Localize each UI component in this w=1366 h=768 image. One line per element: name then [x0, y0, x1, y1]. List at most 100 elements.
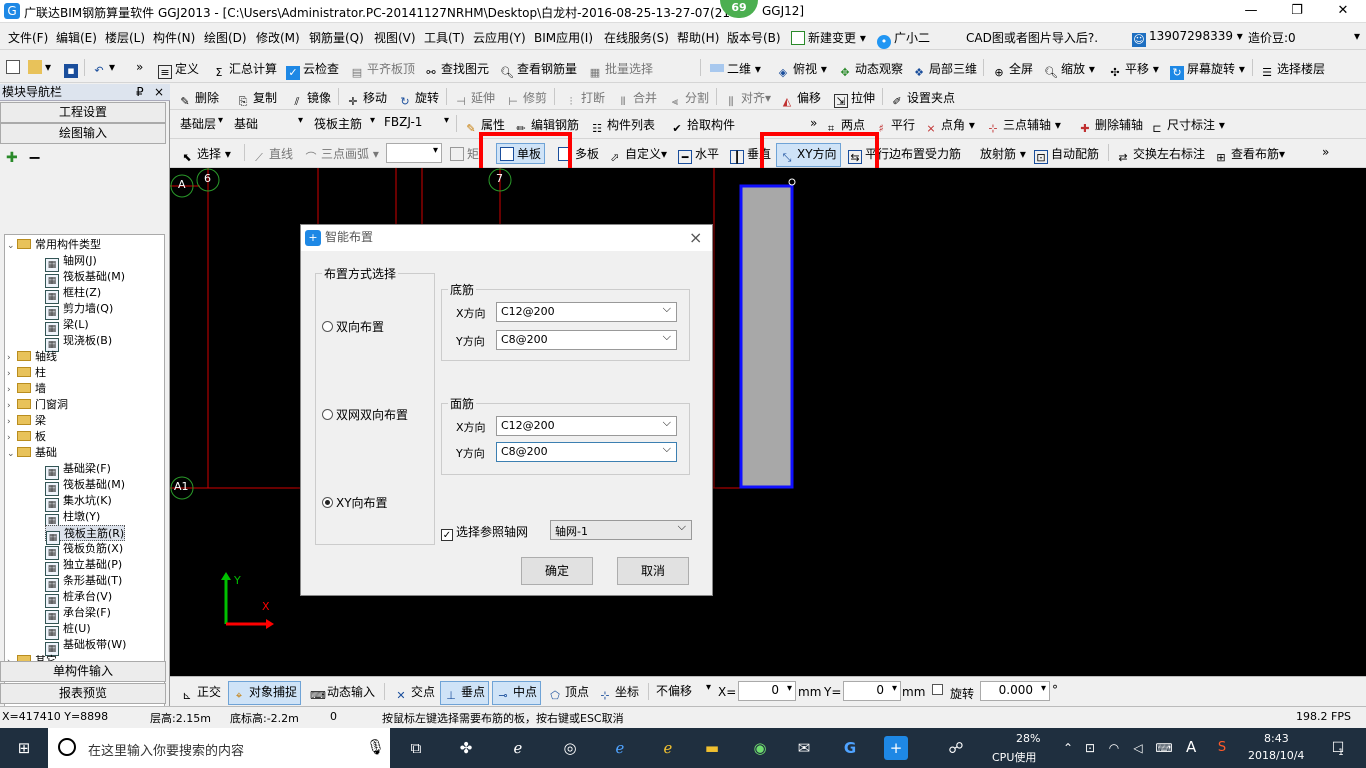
menu-cad-import-hint[interactable]: CAD图或者图片导入后?. — [962, 27, 1102, 48]
single-component-input-button[interactable]: 单构件输入 — [0, 661, 166, 682]
midpoint-snap[interactable]: ⊸ 中点 — [492, 681, 542, 705]
view-rebar-quantity-button[interactable]: 🔍︎ 查看钢筋量 — [496, 58, 581, 82]
collapse-all-icon[interactable]: − — [28, 148, 41, 167]
expand-all-icon[interactable]: ✚ — [6, 150, 18, 166]
cloud-check-button[interactable]: ✓ 云检查 — [282, 58, 343, 82]
tree-item[interactable]: ▦ 筏板基础(M) — [45, 477, 125, 496]
tree-item[interactable]: ▦ 承台梁(F) — [45, 605, 111, 624]
component-type-select[interactable]: 筏板主筋 — [310, 114, 378, 134]
people-icon[interactable]: ☍ — [944, 736, 968, 760]
menu-modify[interactable]: 修改(M) — [252, 27, 304, 48]
ok-button[interactable]: 确定 — [521, 557, 593, 585]
tree-item[interactable]: ▦ 框柱(Z) — [45, 285, 101, 304]
dialog-close-button[interactable]: × — [689, 225, 702, 250]
vertex-snap[interactable]: ⬠ 顶点 — [544, 681, 593, 705]
delete-button[interactable]: ✎ 删除 — [174, 87, 223, 111]
set-grip-button[interactable]: ✐ 设置夹点 — [886, 87, 959, 111]
object-snap-toggle[interactable]: ⌖ 对象捕捉 — [228, 681, 302, 705]
select-dropdown[interactable]: ⬉ 选择 ▾ — [176, 143, 235, 167]
custom-dropdown[interactable]: ⬀ 自定义▾ — [604, 143, 671, 167]
360-browser-icon[interactable]: ◉ — [748, 736, 772, 760]
tree-item[interactable]: ▦ 柱墩(Y) — [45, 509, 100, 528]
auto-rebar-button[interactable]: ⊡ 自动配筋 — [1030, 143, 1103, 166]
pick-component-button[interactable]: ✔ 拾取构件 — [666, 114, 739, 138]
menu-more[interactable]: ▾ — [1350, 27, 1364, 45]
expander-icon[interactable]: › — [7, 366, 17, 382]
taskbar-search-box[interactable]: 在这里输入你要搜索的内容 🎙︎ — [48, 728, 390, 768]
three-point-axis-dropdown[interactable]: ⊹ 三点辅轴 ▾ — [982, 114, 1065, 138]
menu-online[interactable]: 在线服务(S) — [600, 27, 673, 48]
menu-help[interactable]: 帮助(H) — [673, 27, 723, 48]
top-view-dropdown[interactable]: ◈ 俯视 ▾ — [772, 58, 831, 82]
wifi-icon[interactable]: ◠ — [1102, 736, 1126, 760]
offset-button[interactable]: ◭ 偏移 — [776, 87, 825, 111]
tree-item[interactable]: ▦ 集水坑(K) — [45, 493, 112, 512]
pin-icon[interactable]: ₽ — [136, 84, 144, 100]
arc-option-select[interactable] — [386, 143, 442, 163]
top-x-select[interactable]: C12@200 — [496, 416, 677, 436]
menu-component[interactable]: 构件(N) — [149, 27, 199, 48]
tree-item[interactable]: ▦ 桩承台(V) — [45, 589, 112, 608]
xy-direction-button[interactable]: ⤡ XY方向 — [776, 143, 841, 167]
extend-button[interactable]: ⊣ 延伸 — [450, 87, 499, 111]
align-dropdown[interactable]: ⫼ 对齐▾ — [720, 87, 775, 111]
menu-floor[interactable]: 楼层(L) — [101, 27, 149, 48]
single-slab-button[interactable]: 单板 — [496, 143, 546, 164]
category-select[interactable]: 基础 — [230, 114, 306, 134]
ortho-toggle[interactable]: ⊾ 正交 — [176, 681, 225, 705]
edge-browser-icon[interactable]: ℯ — [608, 736, 632, 760]
tree-folder[interactable]: › 板 — [7, 429, 46, 445]
glodon-active-app-icon[interactable]: + — [884, 736, 908, 760]
menu-view[interactable]: 视图(V) — [370, 27, 420, 48]
dynamic-input-toggle[interactable]: ⌨动态输入 — [306, 681, 379, 705]
tree-item[interactable]: ▦ 独立基础(P) — [45, 557, 122, 576]
coordinate-snap[interactable]: ⊹ 坐标 — [594, 681, 643, 705]
component-list-button[interactable]: ☷ 构件列表 — [586, 114, 659, 138]
select-floor-button[interactable]: ☰ 选择楼层 — [1256, 58, 1329, 82]
expander-icon[interactable]: › — [7, 350, 17, 366]
tree-item[interactable]: ▦ 筏板主筋(R) — [45, 525, 126, 545]
rectangle-button[interactable]: 矩 — [446, 143, 483, 164]
horizontal-button[interactable]: ━ 水平 — [674, 143, 723, 166]
menu-file[interactable]: 文件(F) — [4, 27, 52, 48]
top-y-select[interactable]: C8@200 — [496, 442, 677, 462]
summary-calc-button[interactable]: Σ 汇总计算 — [208, 58, 281, 82]
tree-item[interactable]: ▦ 筏板负筋(X) — [45, 541, 123, 560]
glodon-app-icon[interactable]: G — [838, 736, 862, 760]
menu-cost-beans[interactable]: 造价豆:0 — [1244, 27, 1300, 48]
rotate-button[interactable]: ↻ 旋转 — [394, 87, 443, 111]
parallel-edge-rebar-button[interactable]: ⇆ 平行边布置受力筋 — [844, 143, 965, 166]
move-button[interactable]: ✛ 移动 — [342, 87, 391, 111]
vertical-button[interactable]: ┃ 垂直 — [726, 143, 775, 166]
radio-double-net-two-way[interactable]: 双网双向布置 — [322, 406, 408, 423]
tree-item[interactable]: ▦ 基础板带(W) — [45, 637, 126, 656]
two-point-axis-button[interactable]: ⌗ 两点 — [820, 114, 869, 138]
expander-icon[interactable]: › — [7, 414, 17, 430]
break-button[interactable]: ⫶ 打断 — [560, 87, 609, 111]
drawing-input-button[interactable]: 绘图输入 — [0, 123, 166, 144]
define-button[interactable]: ≡ 定义 — [154, 58, 203, 81]
radio-xy-direction[interactable]: XY向布置 — [322, 494, 388, 511]
menu-guangxiaoer[interactable]: • 广小二 — [873, 27, 934, 51]
mirror-button[interactable]: ⫽ 镜像 — [286, 87, 335, 111]
floor-select[interactable]: 基础层 — [176, 114, 226, 134]
menu-tools[interactable]: 工具(T) — [420, 27, 469, 48]
tree-item[interactable]: ▦ 桩(U) — [45, 621, 91, 640]
file-explorer-icon[interactable]: ▬ — [700, 736, 724, 760]
cancel-button[interactable]: 取消 — [617, 557, 689, 585]
input-language[interactable]: A — [1186, 738, 1196, 756]
panel-close-icon[interactable]: × — [154, 84, 164, 100]
close-window-button[interactable]: ✕ — [1320, 0, 1366, 23]
restore-button[interactable]: ❐ — [1274, 0, 1320, 23]
local-3d-button[interactable]: ❖ 局部三维 — [908, 58, 981, 82]
tree-item[interactable]: ▦ 基础梁(F) — [45, 461, 111, 480]
network-icon[interactable]: ⊡ — [1078, 736, 1102, 760]
tree-folder[interactable]: ⌄ 常用构件类型 — [7, 237, 101, 253]
expander-icon[interactable]: › — [7, 398, 17, 414]
component-name-select[interactable]: FBZJ-1 — [380, 114, 452, 134]
feather-app-icon[interactable]: ◎ — [558, 736, 582, 760]
volume-icon[interactable]: ◁ — [1126, 736, 1150, 760]
view-layout-dropdown[interactable]: ⊞ 查看布筋▾ — [1210, 143, 1289, 167]
menu-version[interactable]: 版本号(B) — [723, 27, 785, 48]
stretch-button[interactable]: ⇲ 拉伸 — [830, 87, 879, 110]
